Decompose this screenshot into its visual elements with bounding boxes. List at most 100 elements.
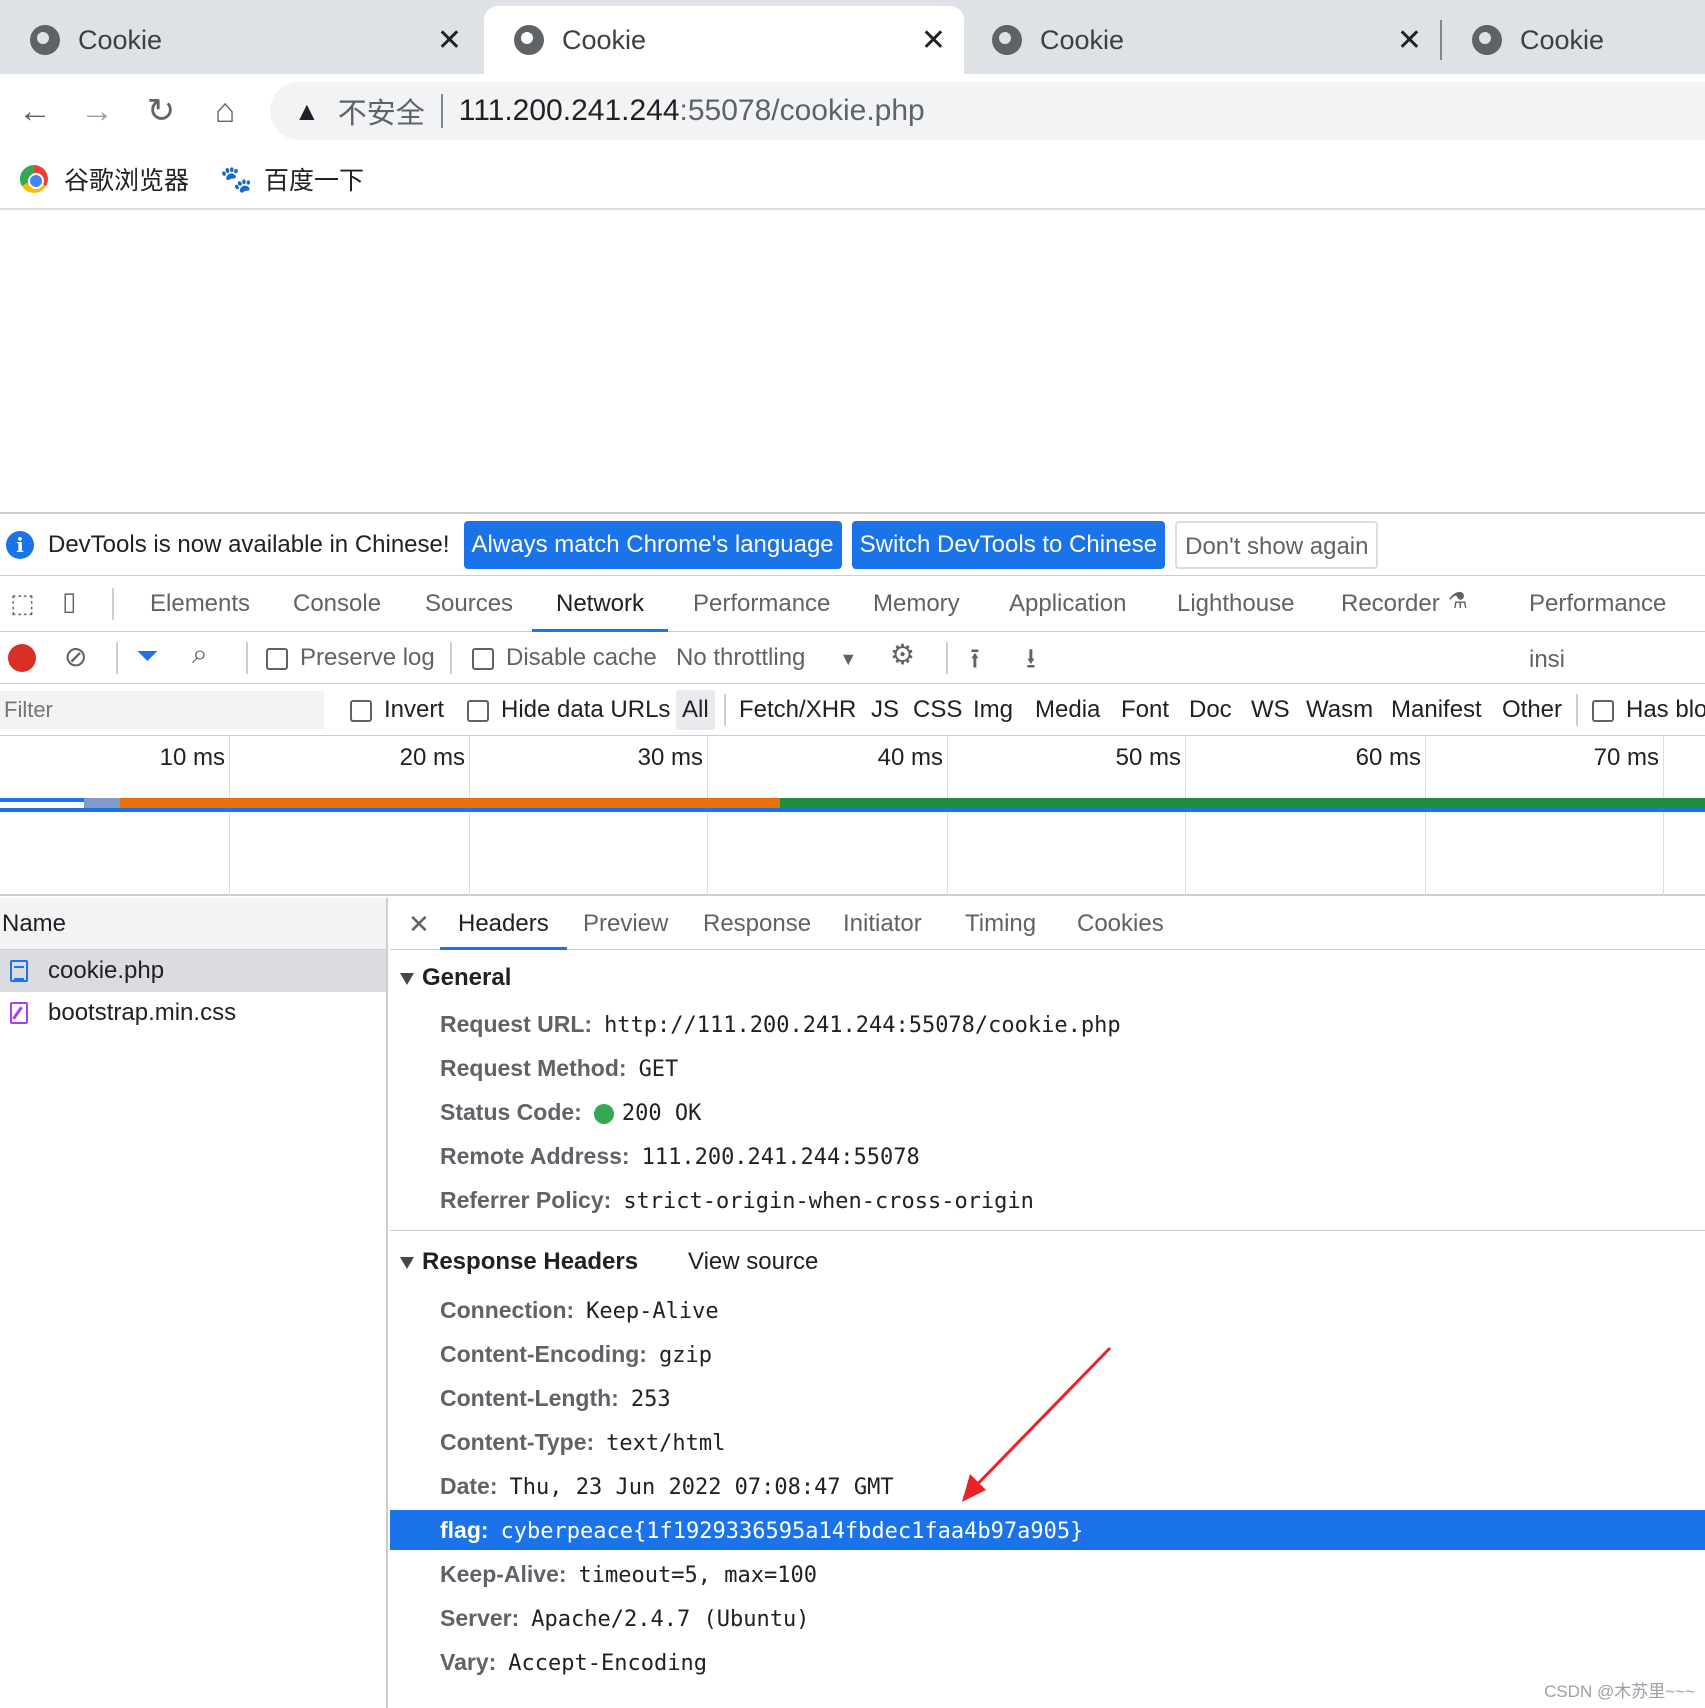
tab-recorder[interactable]: Recorder: [1341, 576, 1440, 632]
close-detail-icon[interactable]: ✕: [408, 898, 430, 950]
clear-icon[interactable]: ⊘: [64, 640, 87, 673]
triangle-down-icon: [400, 973, 414, 985]
request-name: bootstrap.min.css: [48, 992, 236, 1034]
preserve-log-label: Preserve log: [300, 644, 435, 671]
inspect-element-icon[interactable]: ⬚: [10, 588, 35, 619]
tab-lighthouse[interactable]: Lighthouse: [1177, 576, 1294, 632]
filter-type-wasm[interactable]: Wasm: [1306, 684, 1373, 736]
device-toolbar-icon[interactable]: ▯: [62, 586, 76, 617]
address-bar[interactable]: ▲ 不安全 111.200.241.244 :55078/cookie.php: [270, 82, 1705, 140]
name-column-header[interactable]: Name: [0, 898, 386, 950]
browser-tab-3[interactable]: Cookie ✕: [962, 6, 1440, 74]
header-value: strict-origin-when-cross-origin: [623, 1189, 1034, 1214]
header-key: Content-Encoding:: [440, 1341, 647, 1367]
filter-type-fetch-xhr[interactable]: Fetch/XHR: [739, 684, 856, 736]
chrome-icon: [20, 165, 48, 193]
filter-type-manifest[interactable]: Manifest: [1391, 684, 1482, 736]
filter-type-img[interactable]: Img: [973, 684, 1013, 736]
tab-network[interactable]: Network: [532, 576, 668, 632]
header-key: Content-Type:: [440, 1429, 594, 1455]
export-har-icon[interactable]: ⭳: [1026, 638, 1036, 686]
browser-tab-4[interactable]: Cookie: [1442, 6, 1705, 74]
tab-initiator[interactable]: Initiator: [843, 898, 922, 950]
tab-cookies[interactable]: Cookies: [1077, 898, 1164, 950]
infobar-message: DevTools is now available in Chinese!: [48, 531, 450, 559]
filter-type-font[interactable]: Font: [1121, 684, 1169, 736]
filter-icon[interactable]: ⏷: [136, 640, 158, 673]
tab-sources[interactable]: Sources: [425, 576, 513, 632]
tab-application[interactable]: Application: [1009, 576, 1126, 632]
throttling-select[interactable]: No throttling▼: [676, 644, 857, 672]
request-row-bootstrap[interactable]: bootstrap.min.css: [0, 992, 386, 1034]
grid-line: [1663, 736, 1664, 896]
always-match-language-button[interactable]: Always match Chrome's language: [464, 521, 842, 569]
detail-tabbar: ✕ Headers Preview Response Initiator Tim…: [390, 898, 1705, 950]
close-icon[interactable]: ✕: [437, 23, 462, 58]
filter-type-doc[interactable]: Doc: [1189, 684, 1232, 736]
forward-button[interactable]: →: [74, 88, 120, 134]
general-section-header[interactable]: General: [400, 964, 511, 992]
request-detail-pane: ✕ Headers Preview Response Initiator Tim…: [390, 898, 1705, 1708]
tick-label: 40 ms: [818, 744, 943, 772]
network-overview-timeline: 10 ms 20 ms 30 ms 40 ms 50 ms 60 ms 70 m…: [0, 736, 1705, 896]
hide-data-urls-checkbox[interactable]: Hide data URLs: [467, 696, 670, 724]
hide-data-urls-label: Hide data URLs: [501, 696, 670, 723]
switch-to-chinese-button[interactable]: Switch DevTools to Chinese: [852, 521, 1165, 569]
grid-line: [947, 736, 948, 896]
filter-type-ws[interactable]: WS: [1251, 684, 1290, 736]
filter-type-media[interactable]: Media: [1035, 684, 1100, 736]
network-toolbar: ⊘ ⏷ ⌕ Preserve log Disable cache No thro…: [0, 632, 1705, 684]
close-icon[interactable]: ✕: [921, 23, 946, 58]
header-value: 200 OK: [622, 1101, 701, 1126]
bookmark-baidu[interactable]: 🐾 百度一下: [220, 158, 364, 200]
tab-timing[interactable]: Timing: [965, 898, 1036, 950]
import-har-icon[interactable]: ⭱: [970, 638, 980, 686]
tab-console[interactable]: Console: [293, 576, 381, 632]
header-key: Request Method:: [440, 1055, 627, 1081]
tab-preview[interactable]: Preview: [583, 898, 668, 950]
disable-cache-checkbox[interactable]: Disable cache: [472, 644, 657, 672]
header-value: Keep-Alive: [586, 1299, 718, 1324]
search-icon[interactable]: ⌕: [192, 638, 208, 671]
filter-type-js[interactable]: JS: [871, 684, 899, 736]
response-headers-section-header[interactable]: Response Headers: [400, 1248, 638, 1276]
tab-headers[interactable]: Headers: [440, 898, 567, 950]
back-button[interactable]: ←: [12, 88, 58, 134]
filter-input[interactable]: [0, 691, 324, 729]
close-icon[interactable]: ✕: [1397, 23, 1422, 58]
tab-performance-insights[interactable]: Performance insi: [1529, 576, 1705, 632]
filter-type-css[interactable]: CSS: [913, 684, 962, 736]
preserve-log-checkbox[interactable]: Preserve log: [266, 644, 435, 672]
tab-performance[interactable]: Performance: [693, 576, 830, 632]
grid-line: [1425, 736, 1426, 896]
browser-tab-1[interactable]: Cookie ✕: [0, 6, 480, 74]
invert-checkbox[interactable]: Invert: [350, 696, 444, 724]
bookmark-chrome[interactable]: 谷歌浏览器: [20, 158, 189, 200]
devtools-language-infobar: i DevTools is now available in Chinese! …: [0, 514, 1705, 576]
has-blocked-cookies-checkbox[interactable]: Has blo: [1592, 696, 1705, 724]
view-source-link[interactable]: View source: [688, 1248, 818, 1276]
header-value: http://111.200.241.244:55078/cookie.php: [604, 1013, 1121, 1038]
header-row: Vary:Accept-Encoding: [390, 1642, 1705, 1682]
header-row: Status Code:200 OK: [390, 1092, 1705, 1132]
bookmark-label: 谷歌浏览器: [64, 161, 189, 197]
home-button[interactable]: ⌂: [202, 88, 248, 134]
network-conditions-icon[interactable]: ⚙: [890, 638, 915, 671]
tab-elements[interactable]: Elements: [150, 576, 250, 632]
status-ok-icon: [594, 1104, 614, 1124]
header-key: Request URL:: [440, 1011, 592, 1037]
header-key: Date:: [440, 1473, 498, 1499]
tab-response[interactable]: Response: [703, 898, 811, 950]
reload-button[interactable]: ↻: [138, 88, 184, 134]
tab-memory[interactable]: Memory: [873, 576, 960, 632]
request-row-cookie[interactable]: cookie.php: [0, 950, 386, 992]
dont-show-again-button[interactable]: Don't show again: [1175, 521, 1378, 569]
filter-type-all[interactable]: All: [676, 690, 715, 730]
globe-icon: [992, 25, 1022, 55]
record-icon[interactable]: [8, 644, 36, 672]
divider: [946, 642, 948, 674]
header-key: Keep-Alive:: [440, 1561, 567, 1587]
filter-type-other[interactable]: Other: [1502, 684, 1562, 736]
header-key: Server:: [440, 1605, 519, 1631]
browser-tab-2-active[interactable]: Cookie ✕: [484, 6, 964, 74]
